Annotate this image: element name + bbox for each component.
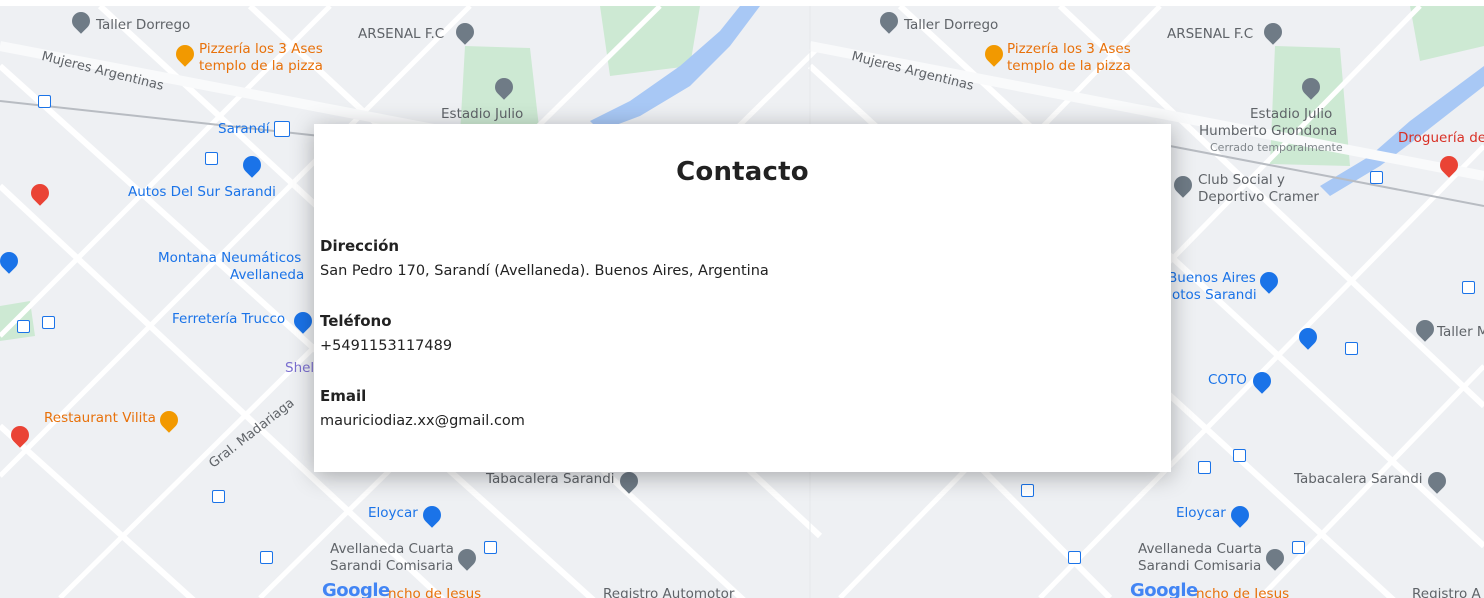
map-label-autos[interactable]: Autos Del Sur Sarandi bbox=[128, 184, 276, 200]
map-label-club-sub: Deportivo Cramer bbox=[1198, 189, 1319, 205]
bus-stop-icon[interactable] bbox=[260, 551, 273, 564]
map-label-estadio-status: Cerrado temporalmente bbox=[1210, 141, 1343, 154]
phone-value: +5491153117489 bbox=[320, 338, 453, 354]
bus-stop-icon[interactable] bbox=[205, 152, 218, 165]
bus-stop-icon[interactable] bbox=[38, 95, 51, 108]
map-label-coto[interactable]: COTO bbox=[1208, 372, 1247, 388]
map-label-taller-r[interactable]: Taller Dorrego bbox=[904, 17, 998, 33]
train-station-icon[interactable] bbox=[274, 121, 290, 137]
bus-stop-icon[interactable] bbox=[484, 541, 497, 554]
email-value: mauriciodiaz.xx@gmail.com bbox=[320, 413, 525, 429]
bus-stop-icon[interactable] bbox=[1198, 461, 1211, 474]
map-label-sarandi[interactable]: Sarandí bbox=[218, 121, 270, 137]
map-label-estadio-r[interactable]: Estadio Julio bbox=[1250, 106, 1332, 122]
map-label-arsenal[interactable]: ARSENAL F.C bbox=[358, 26, 444, 42]
map-label-pizzeria-r[interactable]: Pizzería los 3 Ases bbox=[1007, 41, 1131, 57]
address-value: San Pedro 170, Sarandí (Avellaneda). Bue… bbox=[320, 263, 769, 279]
map-label-pizzeria-sub-r: templo de la pizza bbox=[1007, 58, 1131, 74]
map-label-restaurant[interactable]: Restaurant Vilita bbox=[44, 410, 156, 426]
bus-stop-icon[interactable] bbox=[17, 320, 30, 333]
map-label-ferreteria[interactable]: Ferretería Trucco bbox=[172, 311, 285, 327]
map-label-estadio[interactable]: Estadio Julio bbox=[441, 106, 523, 122]
map-label-eloycar[interactable]: Eloycar bbox=[368, 505, 418, 521]
map-label-registro-r[interactable]: Registro A bbox=[1412, 586, 1481, 598]
map-label-comisaria[interactable]: Avellaneda Cuarta bbox=[330, 541, 454, 557]
bus-stop-icon[interactable] bbox=[212, 490, 225, 503]
map-label-comisaria-r-sub: Sarandi Comisaria bbox=[1138, 558, 1262, 574]
map-label-arsenal-r[interactable]: ARSENAL F.C bbox=[1167, 26, 1253, 42]
contact-card: Contacto Dirección San Pedro 170, Sarand… bbox=[314, 124, 1171, 472]
map-label-registro[interactable]: Registro Automotor bbox=[603, 586, 734, 598]
map-label-club[interactable]: Club Social y bbox=[1198, 172, 1285, 188]
map-label-montana-sub: Avellaneda bbox=[230, 267, 305, 283]
map-label-rancho[interactable]: ncho de Jesus bbox=[388, 586, 481, 598]
map-label-eloycar-r[interactable]: Eloycar bbox=[1176, 505, 1226, 521]
map-label-comisaria-r[interactable]: Avellaneda Cuarta bbox=[1138, 541, 1262, 557]
map-label-estadio-r-sub: Humberto Grondona bbox=[1199, 123, 1338, 139]
address-label: Dirección bbox=[320, 237, 400, 255]
bus-stop-icon[interactable] bbox=[1462, 281, 1475, 294]
map-label-shell[interactable]: Shel bbox=[285, 360, 314, 376]
phone-label: Teléfono bbox=[320, 312, 392, 330]
bus-stop-icon[interactable] bbox=[1370, 171, 1383, 184]
contact-title: Contacto bbox=[676, 157, 809, 187]
map-label-tabacalera-r[interactable]: Tabacalera Sarandi bbox=[1294, 471, 1423, 487]
bus-stop-icon[interactable] bbox=[42, 316, 55, 329]
email-label: Email bbox=[320, 387, 367, 405]
map-label-drogueria[interactable]: Droguería de bbox=[1398, 130, 1484, 146]
bus-stop-icon[interactable] bbox=[1292, 541, 1305, 554]
map-label-bsas[interactable]: Buenos Aires bbox=[1168, 270, 1256, 286]
map-label-pizzeria[interactable]: Pizzería los 3 Ases bbox=[199, 41, 323, 57]
bus-stop-icon[interactable] bbox=[1345, 342, 1358, 355]
map-label-comisaria-sub: Sarandi Comisaria bbox=[330, 558, 454, 574]
map-label-pizzeria-sub: templo de la pizza bbox=[199, 58, 323, 74]
map-label-rancho-r[interactable]: ncho de Jesus bbox=[1196, 586, 1289, 598]
map-label-taller-m[interactable]: Taller M bbox=[1437, 324, 1484, 340]
google-logo[interactable]: Google bbox=[1130, 580, 1198, 598]
map-label-tabacalera[interactable]: Tabacalera Sarandi bbox=[486, 471, 615, 487]
google-logo[interactable]: Google bbox=[322, 580, 390, 598]
bus-stop-icon[interactable] bbox=[1233, 449, 1246, 462]
bus-stop-icon[interactable] bbox=[1021, 484, 1034, 497]
map-label-bsas-sub: otos Sarandi bbox=[1172, 287, 1257, 303]
bus-stop-icon[interactable] bbox=[1068, 551, 1081, 564]
map-label-taller[interactable]: Taller Dorrego bbox=[96, 17, 190, 33]
map-label-montana[interactable]: Montana Neumáticos bbox=[158, 250, 301, 266]
